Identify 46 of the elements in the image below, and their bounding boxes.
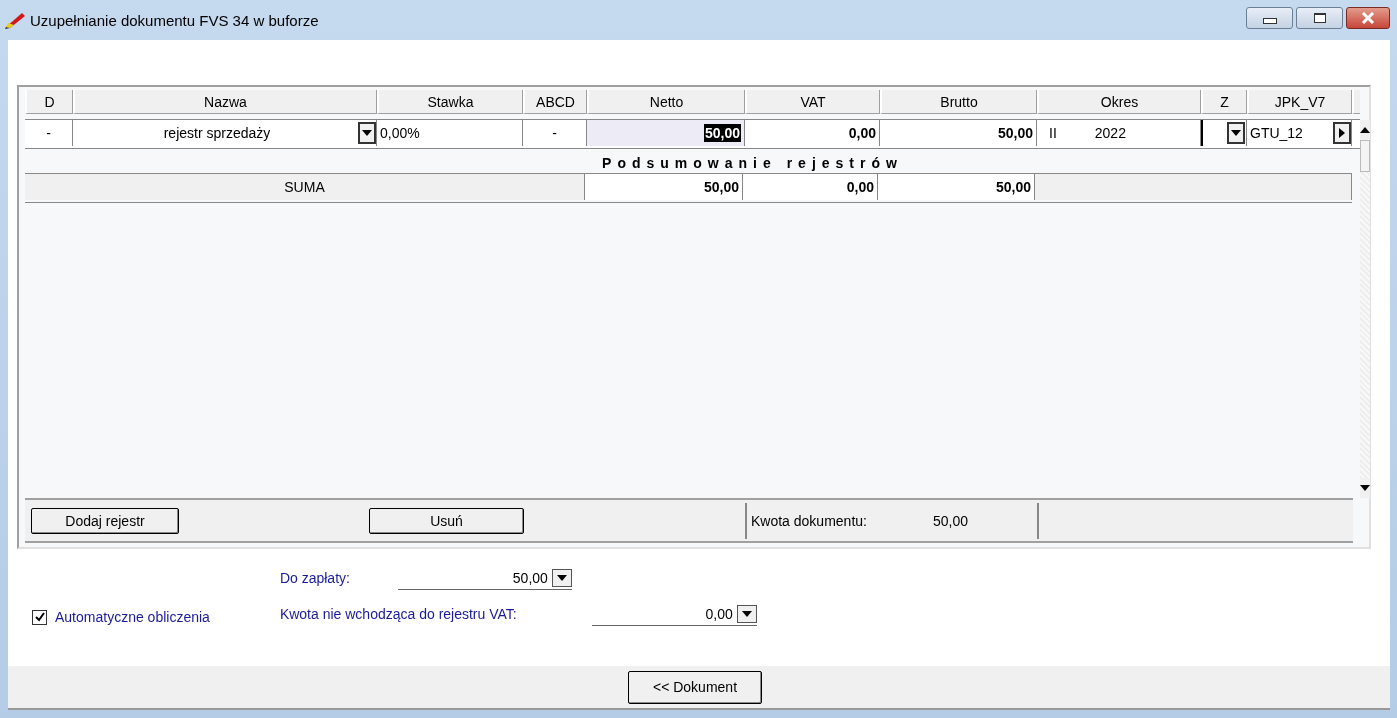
field-label: Do zapłaty: (279, 570, 351, 586)
period-month: II (1049, 124, 1057, 143)
add-register-button[interactable]: Dodaj rejestr (31, 507, 179, 534)
table-cell: 0,00 (743, 174, 878, 200)
close-icon (1361, 12, 1375, 24)
scroll-thumb[interactable] (1360, 140, 1370, 172)
scrollbar[interactable] (1360, 120, 1370, 498)
column-header: Okres (1037, 90, 1201, 114)
table-cell: 50,00 (585, 174, 743, 200)
minimize-button[interactable] (1246, 7, 1293, 29)
auto-calc-checkbox[interactable]: Automatyczne obliczenia (32, 607, 210, 627)
amount-field[interactable]: 0,00 (591, 602, 757, 626)
pen-icon (4, 11, 26, 29)
column-header: Brutto (880, 90, 1037, 114)
caret-icon (551, 568, 572, 587)
z-dropdown[interactable] (1201, 120, 1247, 146)
caret-icon (736, 604, 757, 623)
column-header: Z (1201, 90, 1247, 114)
amount-label: Kwota dokumentu: (751, 512, 867, 529)
period-year: 2022 (1094, 124, 1126, 143)
field-label: Kwota nie wchodząca do rejestru VAT: (279, 606, 517, 622)
column-header: Stawka (377, 90, 523, 114)
column-header: Netto (587, 90, 745, 114)
table-cell: 0,00% (377, 120, 523, 146)
close-button[interactable] (1346, 7, 1390, 29)
delete-button[interactable]: Usuń (369, 507, 524, 534)
amount-value: 50,00 (932, 512, 968, 529)
document-button[interactable]: << Dokument (628, 670, 762, 704)
netto-field[interactable]: 50,00 (587, 120, 745, 146)
table-cell: SUMA (25, 174, 585, 200)
check-icon (34, 612, 45, 622)
column-header: D (25, 90, 73, 114)
column-header: Nazwa (73, 90, 377, 114)
caret-icon (358, 122, 376, 144)
maximize-button[interactable] (1296, 7, 1343, 29)
table-cell: 50,00 (878, 174, 1035, 200)
table-cell-text: GTU_12 (1250, 124, 1303, 143)
summary-title: Podsumowanie rejestrów (601, 154, 904, 173)
column-header: ABCD (523, 90, 587, 114)
caret-icon (1227, 122, 1245, 144)
column-header: VAT (745, 90, 880, 114)
window-title: Uzupełnianie dokumentu FVS 34 w buforze (30, 11, 319, 29)
arrow-right-icon[interactable] (1333, 122, 1351, 144)
column-header: JPK_V7 (1247, 90, 1352, 114)
column-header (1352, 90, 1360, 114)
amount-field[interactable]: 50,00 (397, 566, 572, 590)
